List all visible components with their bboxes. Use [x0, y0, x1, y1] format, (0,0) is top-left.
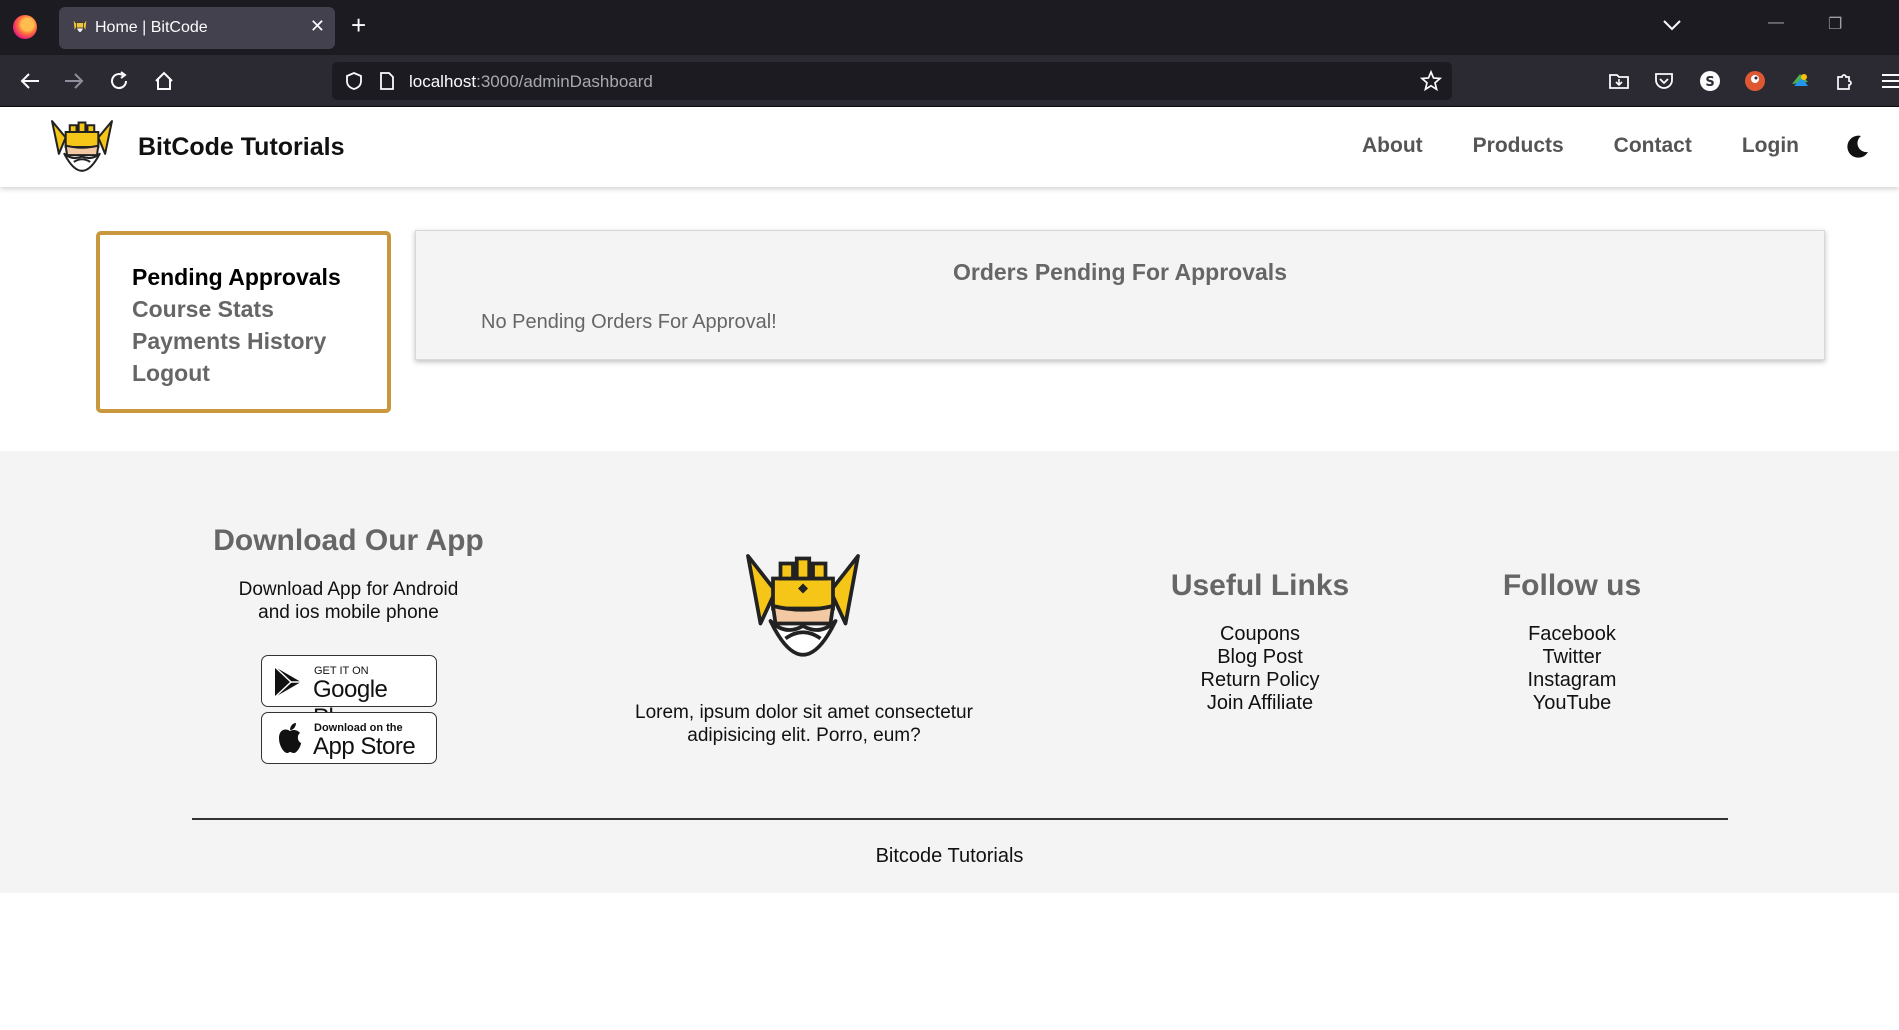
home-icon — [155, 71, 173, 90]
orders-pending-panel: Orders Pending For Approvals No Pending … — [415, 230, 1825, 360]
menu-payments-history[interactable]: Payments History — [132, 325, 387, 357]
nav-contact[interactable]: Contact — [1614, 134, 1692, 158]
site-favicon-icon — [73, 20, 87, 33]
menu-logout[interactable]: Logout — [132, 357, 387, 389]
footer-link-blog-post[interactable]: Blog Post — [1140, 646, 1380, 669]
new-tab-button[interactable]: + — [351, 12, 366, 38]
page-info-icon[interactable] — [378, 71, 396, 91]
footer-follow-column: Follow us Facebook Twitter Instagram You… — [1452, 569, 1692, 715]
footer-useful-links-list: Coupons Blog Post Return Policy Join Aff… — [1140, 623, 1380, 715]
footer-link-return-policy[interactable]: Return Policy — [1140, 669, 1380, 692]
footer-divider — [192, 818, 1728, 820]
footer-link-twitter[interactable]: Twitter — [1452, 646, 1692, 669]
svg-text:S: S — [1705, 75, 1714, 90]
duckduckgo-extension-icon[interactable] — [1744, 70, 1766, 92]
footer-copyright: Bitcode Tutorials — [875, 845, 1024, 867]
apple-icon — [279, 723, 301, 753]
footer-about-column: Lorem, ipsum dolor sit amet consectetur … — [580, 701, 1028, 747]
footer-app-text-1: Download App for Android — [238, 579, 459, 600]
footer-app-heading: Download Our App — [213, 524, 484, 557]
footer-app-column: Download Our App Download App for Androi… — [192, 524, 505, 624]
dark-mode-moon-icon[interactable] — [1843, 133, 1871, 161]
nav-about[interactable]: About — [1362, 134, 1423, 158]
footer-follow-heading: Follow us — [1502, 569, 1642, 602]
menu-pending-approvals[interactable]: Pending Approvals — [132, 261, 387, 293]
tracking-shield-icon[interactable] — [344, 71, 364, 91]
orders-empty-message: No Pending Orders For Approval! — [481, 311, 777, 333]
bitcode-logo-icon[interactable] — [48, 113, 116, 181]
back-arrow-icon — [20, 73, 39, 89]
footer-link-coupons[interactable]: Coupons — [1140, 623, 1380, 646]
footer-bitcode-logo-icon — [746, 554, 860, 657]
footer-about-text-1: Lorem, ipsum dolor sit amet consectetur — [635, 702, 973, 723]
url-path: :3000/adminDashboard — [476, 72, 653, 91]
pocket-icon[interactable] — [1653, 70, 1675, 92]
back-button[interactable] — [18, 69, 42, 93]
footer-useful-links-heading: Useful Links — [1170, 569, 1350, 602]
bookmark-star-icon[interactable] — [1420, 70, 1442, 92]
orders-panel-title: Orders Pending For Approvals — [953, 259, 1287, 285]
reload-button[interactable] — [107, 69, 131, 93]
tab-title: Home | BitCode — [95, 19, 208, 36]
nav-login[interactable]: Login — [1742, 134, 1799, 158]
app-menu-icon[interactable] — [1880, 70, 1899, 92]
brand-name[interactable]: BitCode Tutorials — [138, 133, 344, 162]
footer-app-text-2: and ios mobile phone — [258, 602, 439, 623]
main-nav: About Products Contact Login — [1362, 134, 1799, 158]
restore-window-icon[interactable]: ❐ — [1828, 14, 1842, 34]
site-header: BitCode Tutorials About Products Contact… — [0, 107, 1899, 187]
google-play-button[interactable]: GET IT ON Google Play — [261, 655, 437, 731]
save-to-folder-icon[interactable] — [1608, 70, 1630, 92]
admin-side-menu: Pending Approvals Course Stats Payments … — [96, 231, 391, 413]
google-play-icon — [274, 666, 301, 698]
home-button[interactable] — [152, 69, 176, 93]
nav-products[interactable]: Products — [1473, 134, 1564, 158]
browser-tab-active[interactable]: Home | BitCode ✕ — [59, 7, 335, 49]
app-store-big-label: App Store — [313, 733, 416, 760]
app-store-button[interactable]: Download on the App Store — [261, 712, 437, 764]
reload-icon — [111, 71, 128, 90]
url-text[interactable]: localhost:3000/adminDashboard — [409, 72, 653, 92]
footer-link-youtube[interactable]: YouTube — [1452, 692, 1692, 715]
footer-follow-list: Facebook Twitter Instagram YouTube — [1452, 623, 1692, 715]
footer-about-text-2: adipisicing elit. Porro, eum? — [687, 725, 921, 746]
minimize-window-icon[interactable]: — — [1768, 14, 1784, 32]
forward-button[interactable] — [62, 69, 86, 93]
footer-useful-links-column: Useful Links Coupons Blog Post Return Po… — [1140, 569, 1380, 715]
tab-list-chevron-icon[interactable] — [1662, 18, 1682, 32]
footer-link-join-affiliate[interactable]: Join Affiliate — [1140, 692, 1380, 715]
site-footer: Download Our App Download App for Androi… — [0, 451, 1899, 893]
address-bar[interactable]: localhost:3000/adminDashboard — [332, 62, 1452, 100]
firefox-logo-icon[interactable] — [13, 15, 37, 39]
menu-course-stats[interactable]: Course Stats — [132, 293, 387, 325]
colorful-extension-icon[interactable] — [1789, 70, 1811, 92]
extension-s-icon[interactable]: S — [1699, 70, 1721, 92]
url-host: localhost — [409, 72, 477, 91]
footer-link-instagram[interactable]: Instagram — [1452, 669, 1692, 692]
forward-arrow-icon — [65, 73, 84, 89]
browser-tab-bar: Home | BitCode ✕ + — ❐ — [0, 0, 1899, 55]
extensions-puzzle-icon[interactable] — [1834, 70, 1856, 92]
footer-link-facebook[interactable]: Facebook — [1452, 623, 1692, 646]
tab-close-icon[interactable]: ✕ — [310, 16, 325, 37]
